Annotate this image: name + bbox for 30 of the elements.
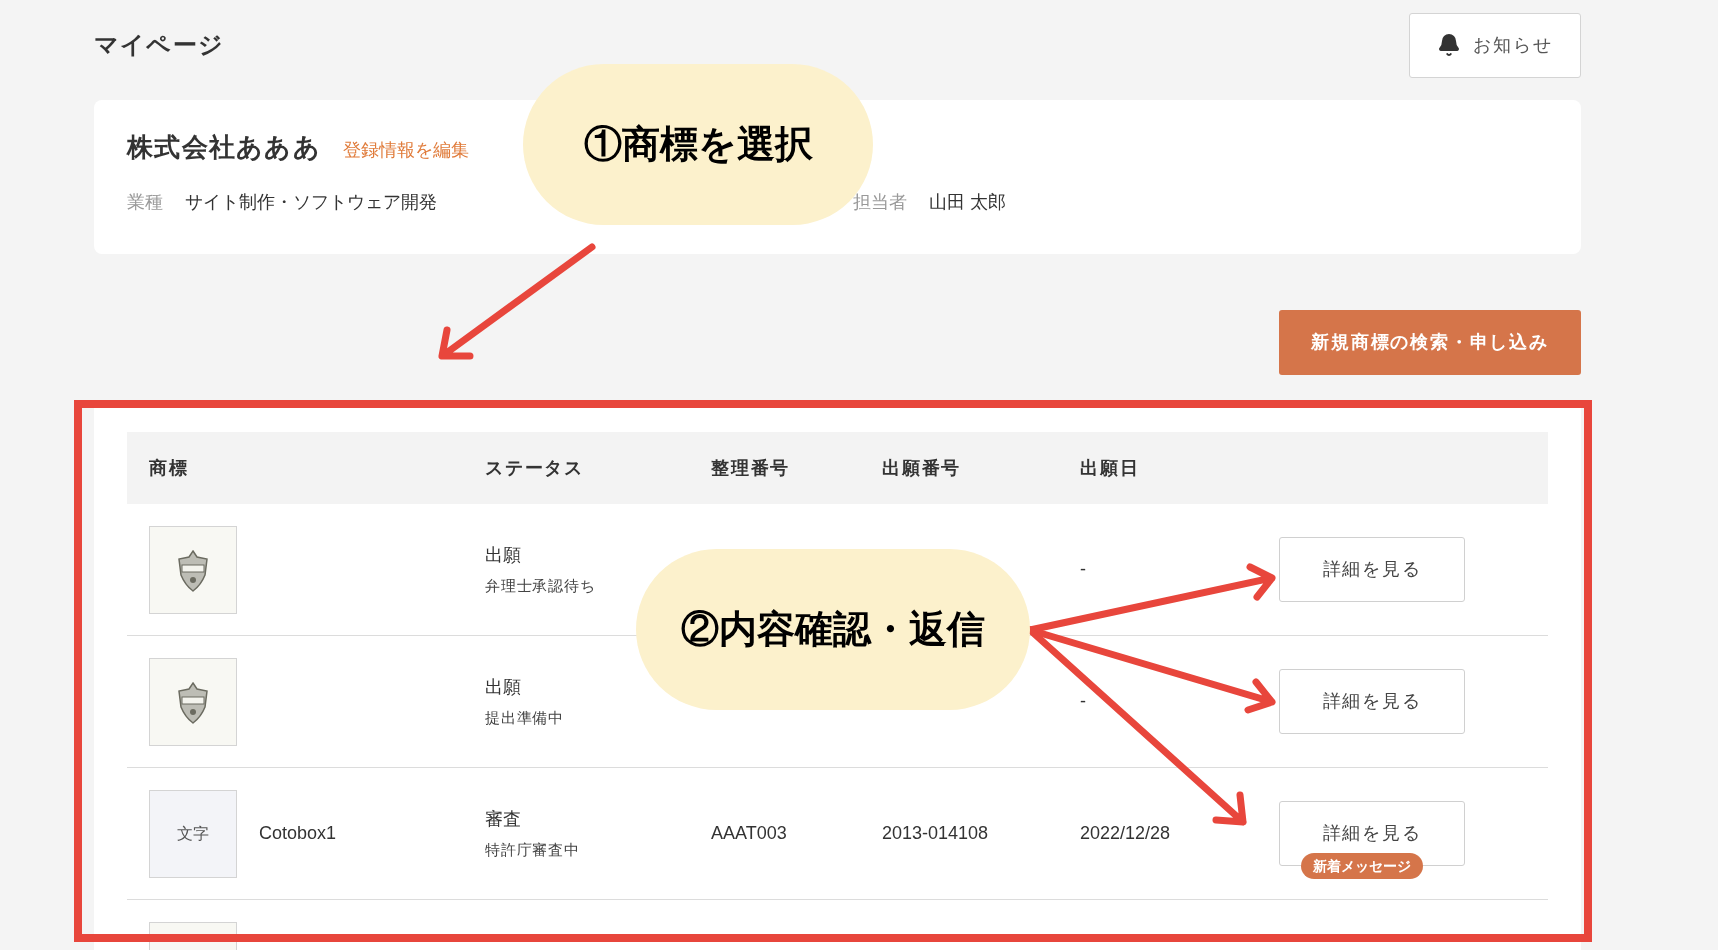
status-text: 出願 — [485, 675, 522, 699]
text-thumbnail: 文字 — [149, 789, 237, 878]
contact-value: 山田 太郎 — [929, 191, 1006, 214]
column-header: 整理番号 — [711, 456, 792, 480]
status-text: 出願 — [485, 543, 522, 567]
application-date: - — [1080, 691, 1086, 711]
industry-value: サイト制作・ソフトウェア開発 — [185, 191, 438, 214]
application-date: - — [1080, 559, 1086, 579]
industry-label: 業種 — [127, 191, 163, 214]
column-header: ステータス — [485, 456, 585, 480]
column-header: 商標 — [149, 456, 190, 480]
reference-number: AAAT003 — [711, 823, 787, 843]
details-button[interactable]: 詳細を見る — [1279, 537, 1465, 602]
status-text: 審査 — [485, 807, 522, 831]
application-date: 2022/12/28 — [1080, 823, 1171, 843]
company-name: 株式会社あああ — [127, 131, 322, 164]
bell-icon — [1437, 33, 1462, 57]
column-header: 出願番号 — [882, 456, 963, 480]
callout-bubble: ②内容確認・返信 — [636, 549, 1030, 710]
trademark-name: Cotobox1 — [259, 822, 337, 845]
details-button[interactable]: 詳細を見る — [1279, 669, 1465, 734]
substatus-text: 提出準備中 — [485, 707, 565, 728]
notifications-button[interactable]: お知らせ — [1409, 12, 1581, 78]
application-number: 2013-014108 — [882, 823, 989, 843]
page-title: マイページ — [94, 30, 224, 60]
new-message-badge: 新着メッセージ — [1301, 853, 1423, 879]
contact-label: 担当者 — [853, 191, 907, 214]
substatus-text: 弁理士承認待ち — [485, 575, 597, 596]
column-header: 出願日 — [1080, 456, 1141, 480]
substatus-text: 特許庁審査中 — [485, 839, 581, 860]
